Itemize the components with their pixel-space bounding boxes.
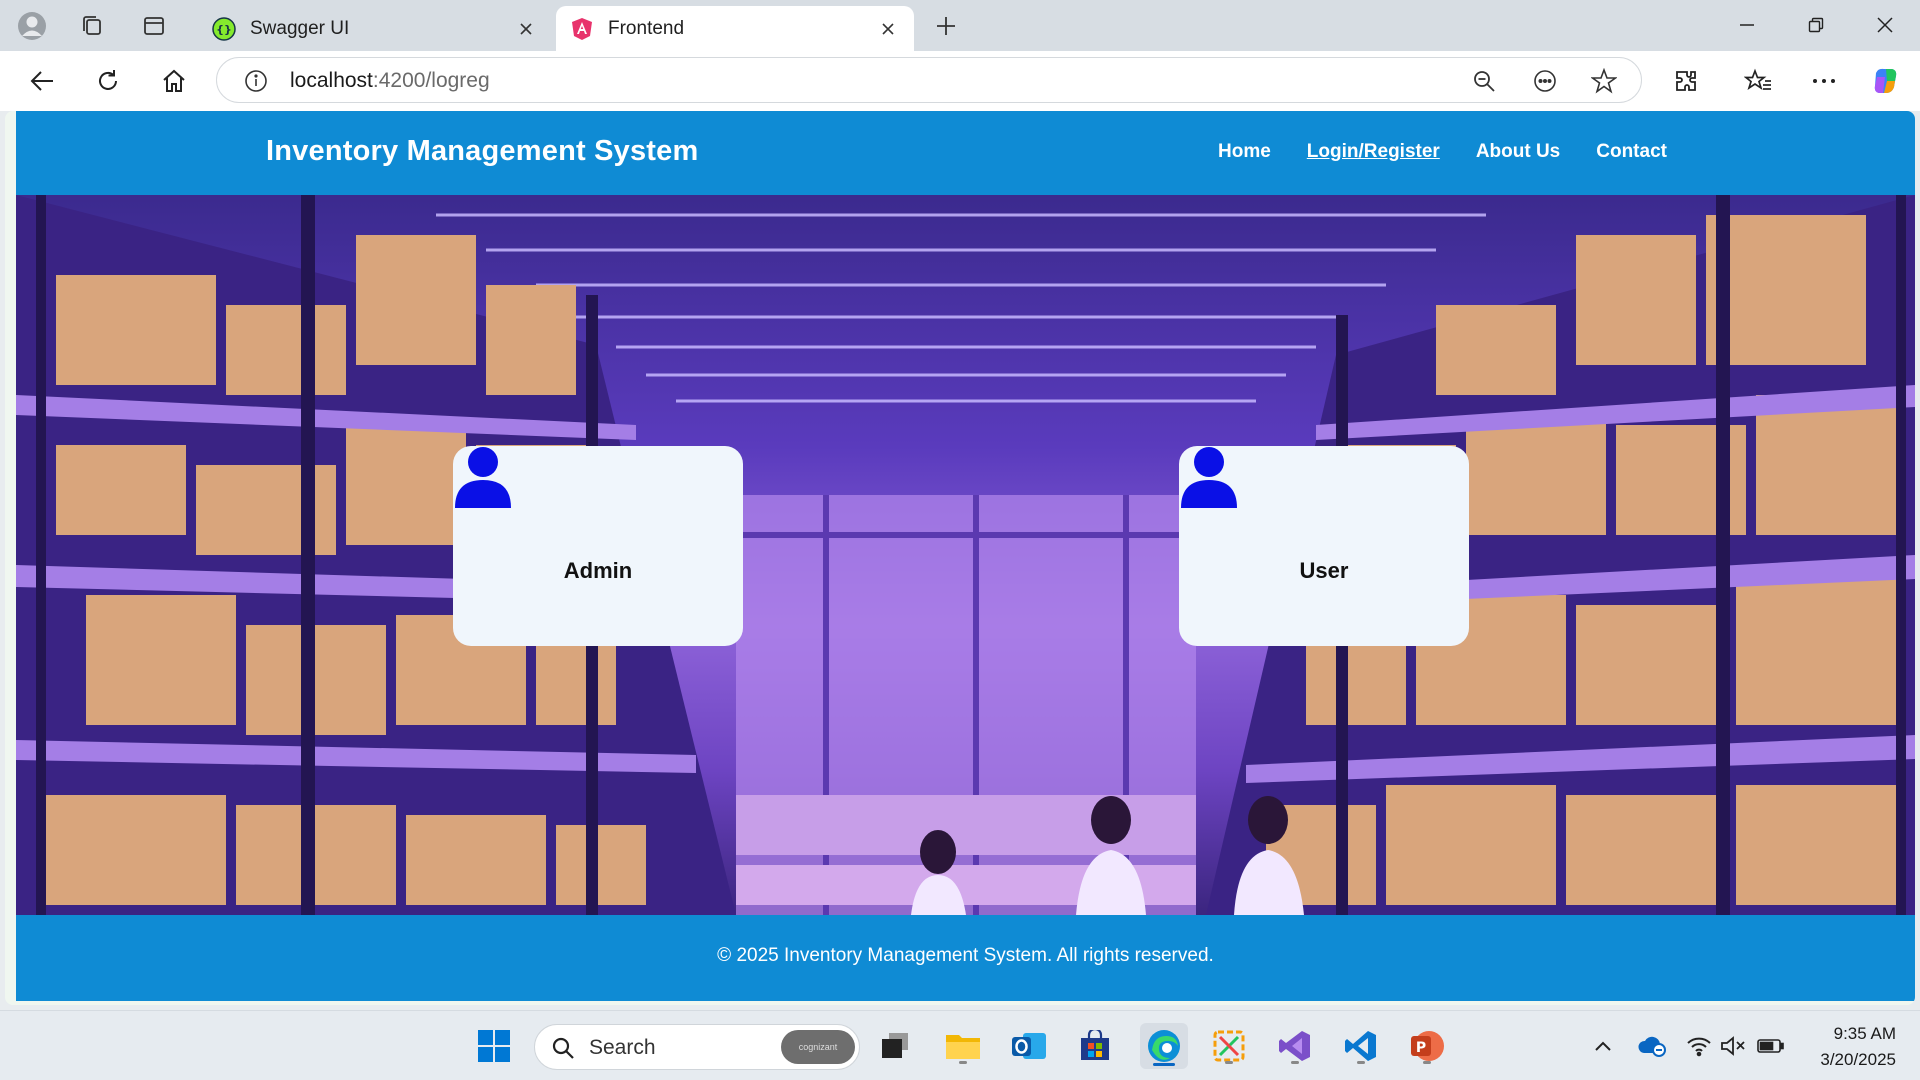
url-path: :4200/logreg bbox=[372, 69, 490, 92]
vscode-icon[interactable] bbox=[1340, 1025, 1382, 1067]
nav-contact[interactable]: Contact bbox=[1596, 141, 1667, 163]
tab-title: Swagger UI bbox=[250, 17, 350, 39]
angular-icon bbox=[570, 17, 594, 41]
taskbar-search[interactable]: Search cognizant bbox=[534, 1024, 860, 1070]
warehouse-illustration bbox=[16, 195, 1915, 915]
url-host: localhost bbox=[290, 69, 373, 92]
visual-studio-icon[interactable] bbox=[1274, 1025, 1316, 1067]
extensions-icon[interactable] bbox=[1666, 63, 1706, 99]
footer-copyright: © 2025 Inventory Management System. All … bbox=[717, 945, 1214, 966]
copilot-icon[interactable] bbox=[1866, 63, 1906, 99]
running-indicator bbox=[1291, 1061, 1299, 1064]
file-explorer-icon[interactable] bbox=[942, 1025, 984, 1067]
powerpoint-icon[interactable]: P bbox=[1406, 1025, 1448, 1067]
warehouse-hero-image: Admin User bbox=[16, 195, 1915, 915]
tab-actions-icon[interactable] bbox=[138, 10, 170, 42]
tab-strip: {} Swagger UI Frontend bbox=[0, 0, 1920, 51]
site-brand[interactable]: Inventory Management System bbox=[266, 135, 698, 168]
microsoft-store-icon[interactable] bbox=[1074, 1025, 1116, 1067]
swagger-icon: {} bbox=[212, 16, 236, 41]
person-icon bbox=[1181, 447, 1237, 508]
site-header: Inventory Management System Home Login/R… bbox=[16, 111, 1915, 195]
search-placeholder: Search bbox=[589, 1036, 656, 1059]
snipping-tool-icon[interactable] bbox=[1208, 1025, 1250, 1067]
search-icon bbox=[552, 1037, 574, 1059]
clock-time: 9:35 AM bbox=[1833, 1024, 1896, 1043]
tab-swagger[interactable]: {} Swagger UI bbox=[198, 6, 552, 51]
close-tab-icon[interactable] bbox=[874, 15, 902, 43]
wifi-icon[interactable] bbox=[1684, 1033, 1714, 1059]
profile-avatar-icon[interactable] bbox=[16, 10, 48, 42]
home-icon[interactable] bbox=[154, 63, 194, 99]
user-card[interactable]: User bbox=[1179, 446, 1469, 646]
nav-home[interactable]: Home bbox=[1218, 141, 1271, 163]
refresh-icon[interactable] bbox=[88, 63, 128, 99]
new-tab-icon[interactable] bbox=[930, 10, 962, 42]
web-page: Inventory Management System Home Login/R… bbox=[5, 111, 1915, 1005]
site-footer: © 2025 Inventory Management System. All … bbox=[16, 915, 1915, 1001]
battery-icon[interactable] bbox=[1756, 1033, 1786, 1059]
site-nav: Home Login/Register About Us Contact bbox=[1218, 141, 1667, 163]
chevron-up-icon[interactable] bbox=[1590, 1033, 1616, 1059]
admin-card-label: Admin bbox=[563, 558, 633, 583]
search-badge: cognizant bbox=[781, 1030, 855, 1064]
user-card-label: User bbox=[1299, 558, 1349, 583]
restore-icon[interactable] bbox=[1785, 6, 1847, 44]
taskbar: Search cognizant P 9:35 AM 3/20/2025 bbox=[0, 1010, 1920, 1080]
system-clock[interactable]: 9:35 AM 3/20/2025 bbox=[1820, 1021, 1896, 1073]
favorite-star-icon[interactable] bbox=[1587, 65, 1621, 97]
outlook-icon[interactable] bbox=[1008, 1025, 1050, 1067]
workspaces-icon[interactable] bbox=[76, 10, 108, 42]
close-window-icon[interactable] bbox=[1854, 6, 1916, 44]
site-info-icon[interactable] bbox=[239, 65, 273, 97]
zoom-out-icon[interactable] bbox=[1467, 65, 1501, 97]
running-indicator bbox=[1357, 1061, 1365, 1064]
more-menu-icon[interactable] bbox=[1804, 63, 1844, 99]
url-text[interactable]: localhost:4200/logreg bbox=[290, 69, 490, 93]
clock-date: 3/20/2025 bbox=[1820, 1050, 1896, 1069]
onedrive-icon[interactable] bbox=[1636, 1033, 1668, 1059]
edge-browser-icon[interactable] bbox=[1140, 1023, 1188, 1069]
volume-muted-icon[interactable] bbox=[1718, 1033, 1748, 1059]
running-indicator bbox=[959, 1061, 967, 1064]
back-icon[interactable] bbox=[22, 63, 62, 99]
reading-mode-icon[interactable] bbox=[1528, 65, 1562, 97]
close-tab-icon[interactable] bbox=[512, 15, 540, 43]
address-bar[interactable]: localhost:4200/logreg bbox=[216, 57, 1642, 103]
running-indicator bbox=[1423, 1061, 1431, 1064]
minimize-icon[interactable] bbox=[1716, 6, 1778, 44]
tab-title: Frontend bbox=[608, 17, 685, 39]
svg-text:{}: {} bbox=[216, 23, 232, 36]
start-windows-icon[interactable] bbox=[473, 1025, 515, 1067]
person-icon bbox=[455, 447, 511, 508]
browser-toolbar: localhost:4200/logreg bbox=[0, 51, 1920, 111]
nav-about-us[interactable]: About Us bbox=[1476, 141, 1560, 163]
svg-text:P: P bbox=[1416, 1040, 1426, 1056]
favorites-icon[interactable] bbox=[1738, 63, 1778, 99]
running-indicator bbox=[1225, 1061, 1233, 1064]
task-view-icon[interactable] bbox=[874, 1025, 916, 1067]
tab-frontend[interactable]: Frontend bbox=[556, 6, 914, 51]
nav-login-register[interactable]: Login/Register bbox=[1307, 141, 1440, 163]
active-indicator bbox=[1153, 1063, 1175, 1066]
admin-card[interactable]: Admin bbox=[453, 446, 743, 646]
